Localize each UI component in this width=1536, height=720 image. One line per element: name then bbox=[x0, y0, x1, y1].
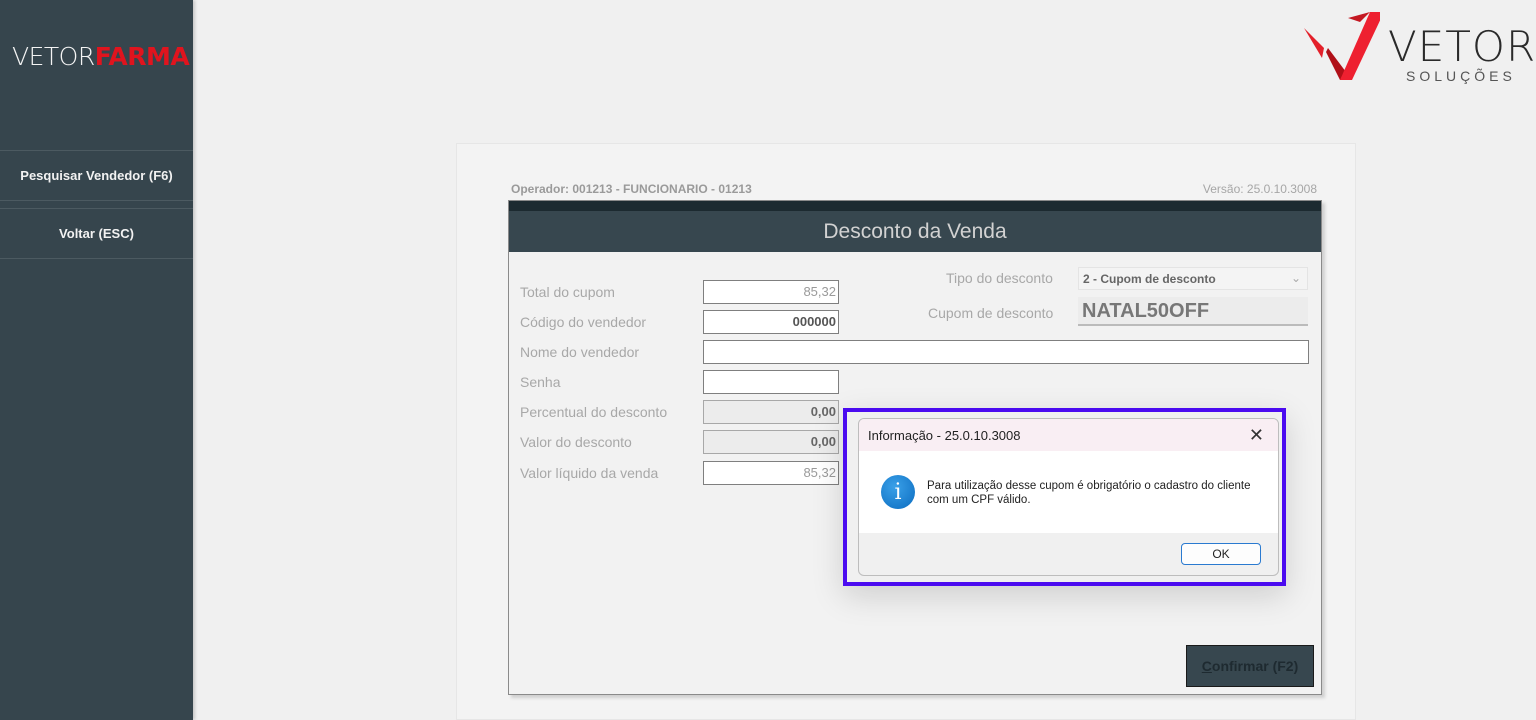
password-label: Senha bbox=[520, 374, 561, 390]
confirm-button[interactable]: Confirmar (F2) bbox=[1186, 645, 1314, 687]
info-icon: i bbox=[881, 475, 915, 509]
back-button[interactable]: Voltar (ESC) bbox=[0, 208, 193, 259]
coupon-label: Cupom de desconto bbox=[928, 305, 1054, 321]
dialog-title: Informação - 25.0.10.3008 bbox=[859, 419, 1278, 451]
seller-name-field[interactable] bbox=[703, 340, 1309, 364]
seller-code-label: Código do vendedor bbox=[520, 314, 647, 330]
form-title: Desconto da Venda bbox=[509, 211, 1321, 252]
dialog-message: Para utilização desse cupom é obrigatóri… bbox=[927, 480, 1251, 506]
seller-name-label: Nome do vendedor bbox=[520, 344, 640, 360]
total-label: Total do cupom bbox=[520, 284, 615, 300]
ok-button[interactable]: OK bbox=[1181, 543, 1261, 565]
checkmark-logo-icon bbox=[1304, 12, 1384, 80]
chevron-down-icon: ⌄ bbox=[1290, 271, 1301, 285]
close-icon[interactable]: ✕ bbox=[1249, 425, 1264, 446]
discount-percent-label: Percentual do desconto bbox=[520, 404, 668, 420]
search-seller-button[interactable]: Pesquisar Vendedor (F6) bbox=[0, 150, 193, 201]
vetor-solucoes-logo: VETOR SOLUÇÕES bbox=[1300, 8, 1535, 88]
seller-code-field[interactable]: 000000 bbox=[703, 310, 839, 334]
discount-value-label: Valor do desconto bbox=[520, 434, 632, 450]
discount-type-select[interactable]: 2 - Cupom de desconto ⌄ bbox=[1078, 267, 1308, 290]
discount-type-label: Tipo do desconto bbox=[946, 270, 1053, 286]
net-value-label: Valor líquido da venda bbox=[520, 465, 659, 481]
password-field[interactable] bbox=[703, 370, 839, 394]
coupon-field[interactable]: NATAL50OFF bbox=[1078, 297, 1308, 326]
discount-percent-field: 0,00 bbox=[703, 400, 839, 424]
version-label: Versão: 25.0.10.3008 bbox=[1202, 182, 1317, 196]
sidebar: VETORFARMA Pesquisar Vendedor (F6) Volta… bbox=[0, 0, 193, 720]
total-field[interactable]: 85,32 bbox=[703, 280, 839, 304]
net-value-field[interactable]: 85,32 bbox=[703, 461, 839, 485]
vetorfarma-logo: VETORFARMA bbox=[12, 42, 190, 71]
operator-label: Operador: 001213 - FUNCIONARIO - 01213 bbox=[511, 182, 752, 196]
info-dialog: Informação - 25.0.10.3008 ✕ i Para utili… bbox=[858, 418, 1279, 576]
discount-value-field: 0,00 bbox=[703, 430, 839, 454]
